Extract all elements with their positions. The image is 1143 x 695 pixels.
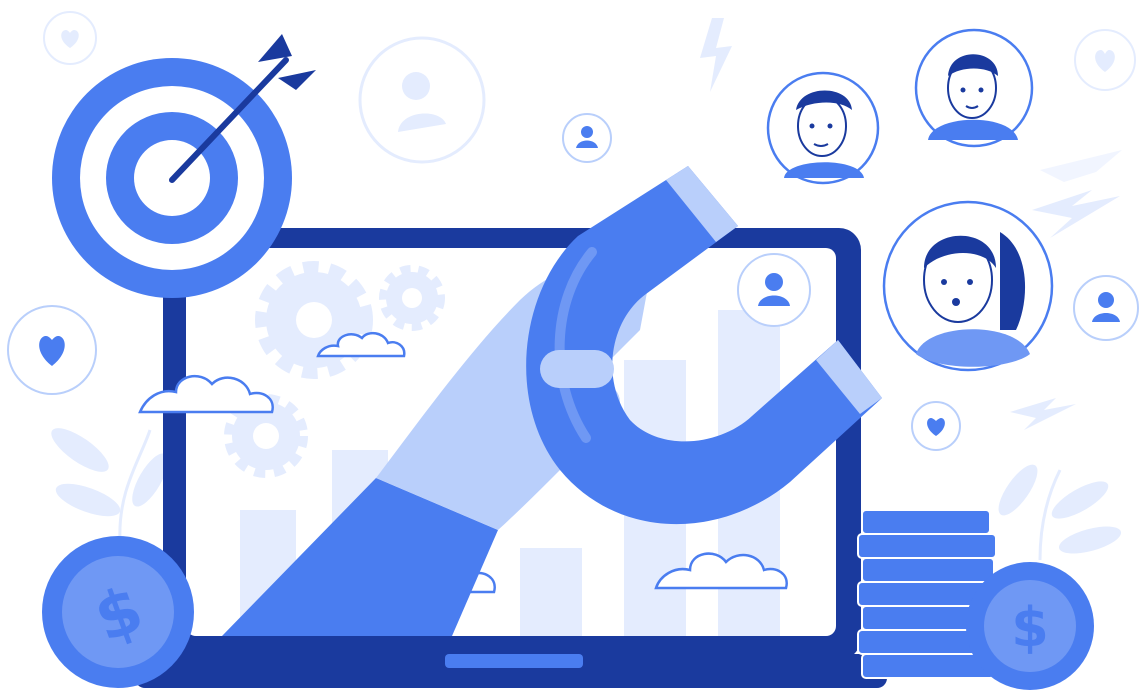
hand-thumb (540, 350, 614, 388)
leaf-icon (998, 464, 1122, 561)
avatar-icon (766, 71, 880, 185)
coin-icon: $ (966, 562, 1094, 690)
coin-dollar-symbol: $ (1011, 596, 1049, 659)
avatar-icon (882, 200, 1054, 372)
user-icon-circle (1073, 275, 1139, 341)
faint-heart-circle (1074, 29, 1136, 91)
lightning-icon (1032, 150, 1122, 238)
user-icon-circle (737, 253, 811, 327)
lightning-icon (1010, 398, 1076, 430)
heart-icon-circle (911, 401, 961, 451)
lead-generation-illustration: $ $ (7, 11, 1139, 690)
coin-icon: $ (42, 536, 194, 688)
avatar-icon (914, 28, 1034, 148)
user-icon-circle (562, 113, 612, 163)
heart-icon-circle (7, 305, 97, 395)
faint-heart-circle (43, 11, 97, 65)
faint-user-circle (358, 36, 486, 164)
lightning-icon (700, 18, 732, 92)
gear-icon (379, 265, 445, 331)
leaf-icon (51, 428, 168, 541)
